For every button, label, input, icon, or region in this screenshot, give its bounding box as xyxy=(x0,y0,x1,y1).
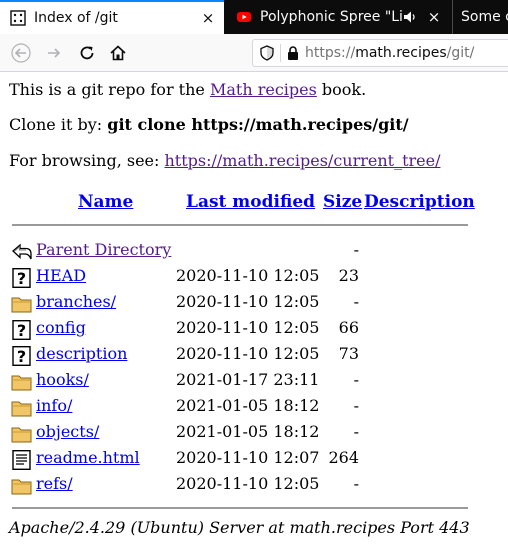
table-row: Parent Directory - xyxy=(9,240,479,264)
svg-text:?: ? xyxy=(17,269,26,288)
folder-icon xyxy=(11,375,32,391)
clone-line: Clone it by: git clone https://math.reci… xyxy=(9,115,409,134)
url-text: https://math.recipes/git/ xyxy=(305,45,474,61)
browse-prefix: For browsing, see: xyxy=(9,151,165,170)
entry-modified: 2021-01-05 18:12 xyxy=(176,422,320,441)
entry-size: 73 xyxy=(338,344,359,363)
entry-modified: 2020-11-10 12:05 xyxy=(176,266,320,285)
tab-bar: Index of /git × Polyphonic Spree "Lit × … xyxy=(0,0,508,34)
close-tab-icon[interactable]: × xyxy=(424,8,444,26)
math-recipes-link[interactable]: Math recipes xyxy=(210,80,317,99)
table-row: ? description 2020-11-10 12:05 73 xyxy=(9,344,479,368)
tab-index-of-git[interactable]: Index of /git × xyxy=(0,0,224,34)
page-favicon-icon xyxy=(10,10,26,26)
table-row: refs/ 2020-11-10 12:05 - xyxy=(9,474,479,498)
current-tree-link[interactable]: https://math.recipes/current_tree/ xyxy=(164,151,440,170)
entry-link[interactable]: objects/ xyxy=(36,422,99,441)
svg-text:?: ? xyxy=(17,321,26,340)
footer-divider xyxy=(12,507,468,509)
close-tab-icon[interactable]: × xyxy=(198,9,218,27)
entry-modified: 2021-01-05 18:12 xyxy=(176,396,320,415)
url-path: /git/ xyxy=(446,45,475,61)
entry-size: - xyxy=(353,474,359,493)
url-host: math.recipes xyxy=(355,45,447,61)
column-header-size[interactable]: Size xyxy=(323,192,362,212)
entry-link[interactable]: HEAD xyxy=(36,266,86,285)
entry-link[interactable]: branches/ xyxy=(36,292,116,311)
entry-link[interactable]: readme.html xyxy=(36,448,140,467)
clone-prefix: Clone it by: xyxy=(9,115,108,134)
navigation-toolbar: https://math.recipes/git/ xyxy=(0,34,508,72)
entry-modified: 2021-01-17 23:11 xyxy=(176,370,320,389)
entry-size: - xyxy=(353,396,359,415)
url-bar[interactable]: https://math.recipes/git/ xyxy=(252,39,508,67)
table-row: branches/ 2020-11-10 12:05 - xyxy=(9,292,479,316)
reload-button[interactable] xyxy=(75,41,99,65)
entry-size: - xyxy=(353,240,359,259)
column-header-description[interactable]: Description xyxy=(364,192,475,212)
tab-title: Index of /git xyxy=(34,10,118,26)
tab-title: Some c xyxy=(461,9,508,25)
text-file-icon xyxy=(12,450,31,470)
url-separator xyxy=(280,44,281,62)
table-row: readme.html 2020-11-10 12:07 264 xyxy=(9,448,479,472)
entry-size: - xyxy=(353,292,359,311)
url-scheme: https:// xyxy=(305,45,356,61)
table-row: info/ 2021-01-05 18:12 - xyxy=(9,396,479,420)
column-header-name[interactable]: Name xyxy=(78,192,133,212)
site-info-icon[interactable] xyxy=(258,44,276,62)
folder-icon xyxy=(11,479,32,495)
svg-text:?: ? xyxy=(17,347,26,366)
speaker-icon[interactable] xyxy=(402,9,418,25)
back-button[interactable] xyxy=(9,41,33,65)
entry-modified: 2020-11-10 12:05 xyxy=(176,318,320,337)
entry-link[interactable]: refs/ xyxy=(36,474,73,493)
back-icon xyxy=(12,243,32,260)
entry-size: 264 xyxy=(328,448,359,467)
table-row: ? HEAD 2020-11-10 12:05 23 xyxy=(9,266,479,290)
tab-title: Polyphonic Spree "Lit xyxy=(260,9,402,25)
intro-prefix: This is a git repo for the xyxy=(9,80,210,99)
table-row: hooks/ 2021-01-17 23:11 - xyxy=(9,370,479,394)
entry-modified: 2020-11-10 12:05 xyxy=(176,474,320,493)
forward-arrow-icon xyxy=(48,48,61,58)
browse-line: For browsing, see: https://math.recipes/… xyxy=(9,151,440,170)
home-icon xyxy=(110,45,126,61)
reload-icon xyxy=(80,46,94,60)
entry-link[interactable]: config xyxy=(36,318,86,337)
lock-icon[interactable] xyxy=(285,45,301,61)
entry-modified: 2020-11-10 12:05 xyxy=(176,292,320,311)
entry-size: - xyxy=(353,422,359,441)
clone-command: git clone https://math.recipes/git/ xyxy=(107,115,409,134)
header-divider xyxy=(12,224,468,226)
column-header-last-modified[interactable]: Last modified xyxy=(186,192,315,212)
table-row: ? config 2020-11-10 12:05 66 xyxy=(9,318,479,342)
entry-link[interactable]: hooks/ xyxy=(36,370,89,389)
folder-icon xyxy=(11,297,32,313)
intro-line: This is a git repo for the Math recipes … xyxy=(9,80,366,99)
table-row: objects/ 2021-01-05 18:12 - xyxy=(9,422,479,446)
unknown-file-icon: ? xyxy=(12,320,31,340)
forward-button[interactable] xyxy=(42,41,66,65)
entry-link[interactable]: info/ xyxy=(36,396,72,415)
back-arrow-icon xyxy=(11,43,31,63)
youtube-icon xyxy=(237,12,251,22)
entry-size: 66 xyxy=(338,318,359,337)
folder-icon xyxy=(11,427,32,443)
server-signature: Apache/2.4.29 (Ubuntu) Server at math.re… xyxy=(9,518,470,537)
folder-icon xyxy=(11,401,32,417)
tab-some[interactable]: Some c xyxy=(452,0,508,34)
tab-polyphonic-spree[interactable]: Polyphonic Spree "Lit × xyxy=(226,0,450,34)
unknown-file-icon: ? xyxy=(12,346,31,366)
entry-size: 23 xyxy=(338,266,359,285)
entry-modified: 2020-11-10 12:07 xyxy=(176,448,320,467)
entry-modified: 2020-11-10 12:05 xyxy=(176,344,320,363)
entry-link[interactable]: description xyxy=(36,344,127,363)
home-button[interactable] xyxy=(106,41,130,65)
entry-size: - xyxy=(353,370,359,389)
intro-suffix: book. xyxy=(316,80,367,99)
unknown-file-icon: ? xyxy=(12,268,31,288)
entry-link[interactable]: Parent Directory xyxy=(36,240,171,259)
